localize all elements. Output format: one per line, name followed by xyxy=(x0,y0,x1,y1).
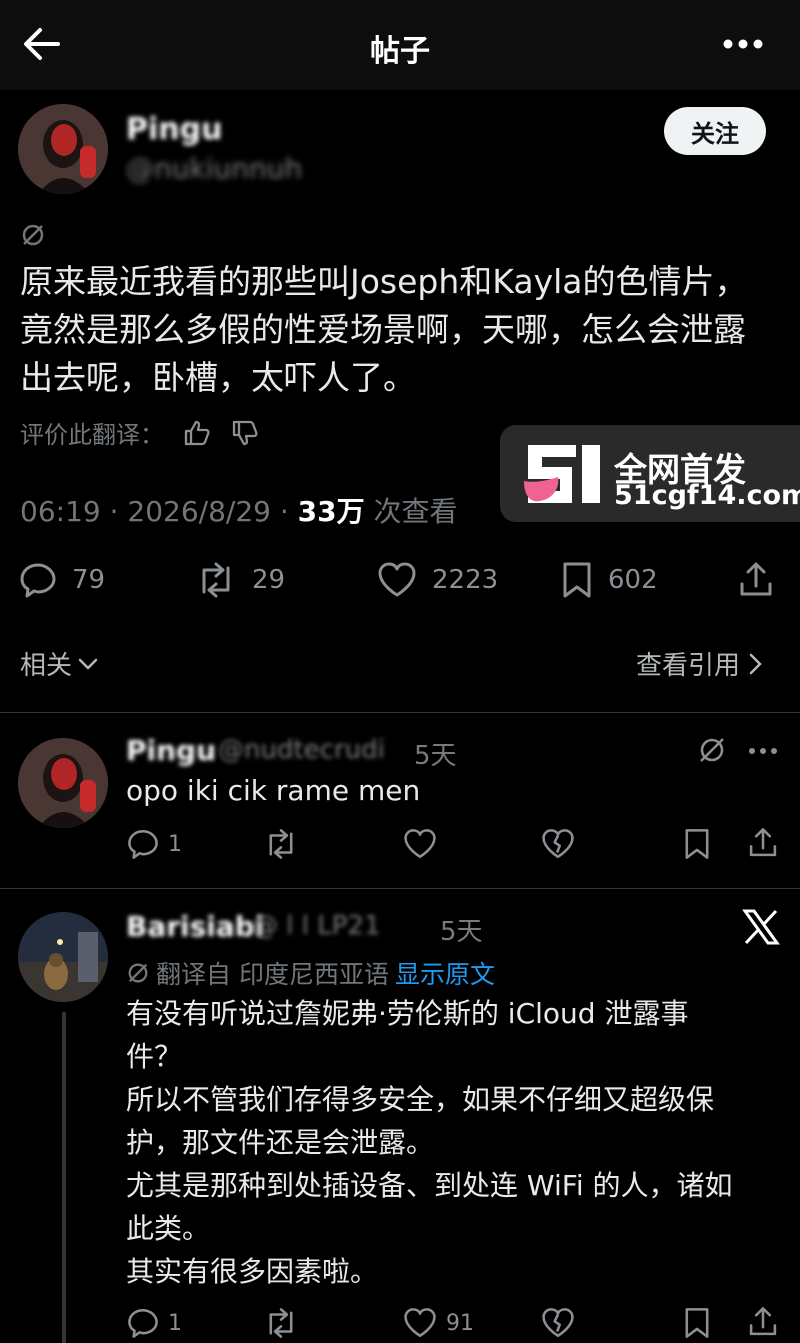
post-timestamp: 06:19 · 2026/8/29 · xyxy=(20,495,298,528)
reply-author-name[interactable]: Barisiabi xyxy=(126,910,264,943)
share-icon[interactable] xyxy=(736,560,776,600)
broken-heart-icon[interactable] xyxy=(540,1306,576,1340)
post-text-line: 原来最近我看的那些叫Joseph和Kayla的色情片， xyxy=(20,262,748,301)
bookmark-icon[interactable] xyxy=(682,827,712,861)
reply-action[interactable]: 1 xyxy=(126,1306,182,1340)
share-icon[interactable] xyxy=(746,826,780,860)
share-icon[interactable] xyxy=(746,1305,780,1339)
reply-action[interactable]: 1 xyxy=(126,827,182,861)
views-count: 33万 xyxy=(297,495,365,528)
reply-avatar[interactable] xyxy=(18,912,108,1002)
reply-author-handle[interactable]: @nudtecrudi xyxy=(218,735,385,765)
broken-heart-icon[interactable] xyxy=(540,827,576,861)
reply-icon xyxy=(126,827,160,861)
thumbs-down-icon[interactable] xyxy=(230,418,260,448)
reply-text-line: 护，那文件还是会泄露。 xyxy=(126,1126,435,1159)
reply-text: opo iki cik rame men xyxy=(126,774,421,807)
like-count: 2223 xyxy=(432,565,499,595)
watermark-logo xyxy=(522,443,604,507)
like-action[interactable]: 2223 xyxy=(376,560,498,600)
divider xyxy=(0,888,800,889)
repost-count: 29 xyxy=(252,565,286,595)
related-dropdown[interactable]: 相关 xyxy=(20,645,100,682)
view-quotes-link[interactable]: 查看引用 xyxy=(636,645,764,682)
reply-text: 有没有听说过詹妮弗·劳伦斯的 iCloud 泄露事 件？ 所以不管我们存得多安全… xyxy=(126,992,786,1293)
reply-icon xyxy=(126,1306,160,1340)
post-meta: 06:19 · 2026/8/29 · 33万 次查看 xyxy=(20,490,458,530)
reply-avatar[interactable] xyxy=(18,738,108,828)
post-text-line: 竟然是那么多假的性爱场景啊，天哪，怎么会泄露 xyxy=(20,310,746,349)
post-text: 原来最近我看的那些叫Joseph和Kayla的色情片， 竟然是那么多假的性爱场景… xyxy=(20,258,790,402)
translated-icon xyxy=(126,961,150,985)
page-title: 帖子 xyxy=(370,34,430,69)
translated-icon xyxy=(697,735,727,765)
divider xyxy=(0,712,800,713)
repost-action[interactable]: 29 xyxy=(194,560,285,600)
repost-icon xyxy=(194,560,238,600)
reply-text-line: 此类。 xyxy=(126,1212,211,1245)
reply-author-name[interactable]: Pingu xyxy=(126,734,216,767)
author-handle[interactable]: @nukiunnuh xyxy=(126,152,302,185)
related-label: 相关 xyxy=(20,651,73,681)
rate-translation-row: 评价此翻译： xyxy=(20,415,260,450)
bookmark-icon[interactable] xyxy=(682,1306,712,1340)
rate-translation-label: 评价此翻译： xyxy=(20,421,164,449)
reply-text-line: 其实有很多因素啦。 xyxy=(126,1255,379,1288)
reply-count: 1 xyxy=(168,831,182,857)
thumbs-up-icon[interactable] xyxy=(182,418,212,448)
repost-icon[interactable] xyxy=(262,1306,300,1340)
reply-text-line: 件？ xyxy=(126,1040,183,1073)
reply-timestamp: 5天 xyxy=(414,741,457,771)
heart-icon xyxy=(402,1306,438,1340)
follow-button[interactable]: 关注 xyxy=(664,107,766,155)
translation-info: 翻译自 印度尼西亚语 显示原文 xyxy=(126,955,495,991)
reply-text-line: 所以不管我们存得多安全，如果不仔细又超级保 xyxy=(126,1083,715,1116)
thread-line xyxy=(62,1012,66,1343)
x-logo-icon xyxy=(742,908,780,946)
reply-text-line: 尤其是那种到处插设备、到处连 WiFi 的人，诸如 xyxy=(126,1169,733,1202)
author-avatar[interactable] xyxy=(18,104,108,194)
bookmark-action[interactable]: 602 xyxy=(560,560,658,600)
bookmark-icon xyxy=(560,560,594,600)
repost-icon[interactable] xyxy=(262,827,300,861)
author-name[interactable]: Pingu xyxy=(126,112,222,147)
reply-text-line: 有没有听说过詹妮弗·劳伦斯的 iCloud 泄露事 xyxy=(126,997,689,1030)
reply-action[interactable]: 79 xyxy=(18,560,105,600)
more-options-icon[interactable] xyxy=(748,746,778,756)
more-options-icon[interactable] xyxy=(722,36,764,52)
reply-icon xyxy=(18,560,58,600)
reply-author-handle[interactable]: @ l l LP21 xyxy=(252,911,381,941)
post-text-line: 出去呢，卧槽，太吓人了。 xyxy=(20,358,416,397)
reply-timestamp: 5天 xyxy=(440,917,483,947)
heart-icon xyxy=(376,560,418,600)
show-original-link[interactable]: 显示原文 xyxy=(395,955,495,991)
reply-count: 79 xyxy=(72,565,106,595)
translated-icon xyxy=(20,222,46,248)
watermark-url: 51cgf14.com xyxy=(614,480,800,511)
reply-count: 1 xyxy=(168,1310,182,1336)
bookmark-count: 602 xyxy=(608,565,658,595)
heart-icon[interactable] xyxy=(402,827,438,861)
chevron-down-icon xyxy=(76,652,100,676)
translated-from-label: 翻译自 印度尼西亚语 xyxy=(156,960,389,989)
like-count: 91 xyxy=(446,1310,474,1336)
views-label: 次查看 xyxy=(364,495,458,528)
view-quotes-label: 查看引用 xyxy=(636,651,741,681)
chevron-right-icon xyxy=(746,651,764,677)
like-action[interactable]: 91 xyxy=(402,1306,474,1340)
